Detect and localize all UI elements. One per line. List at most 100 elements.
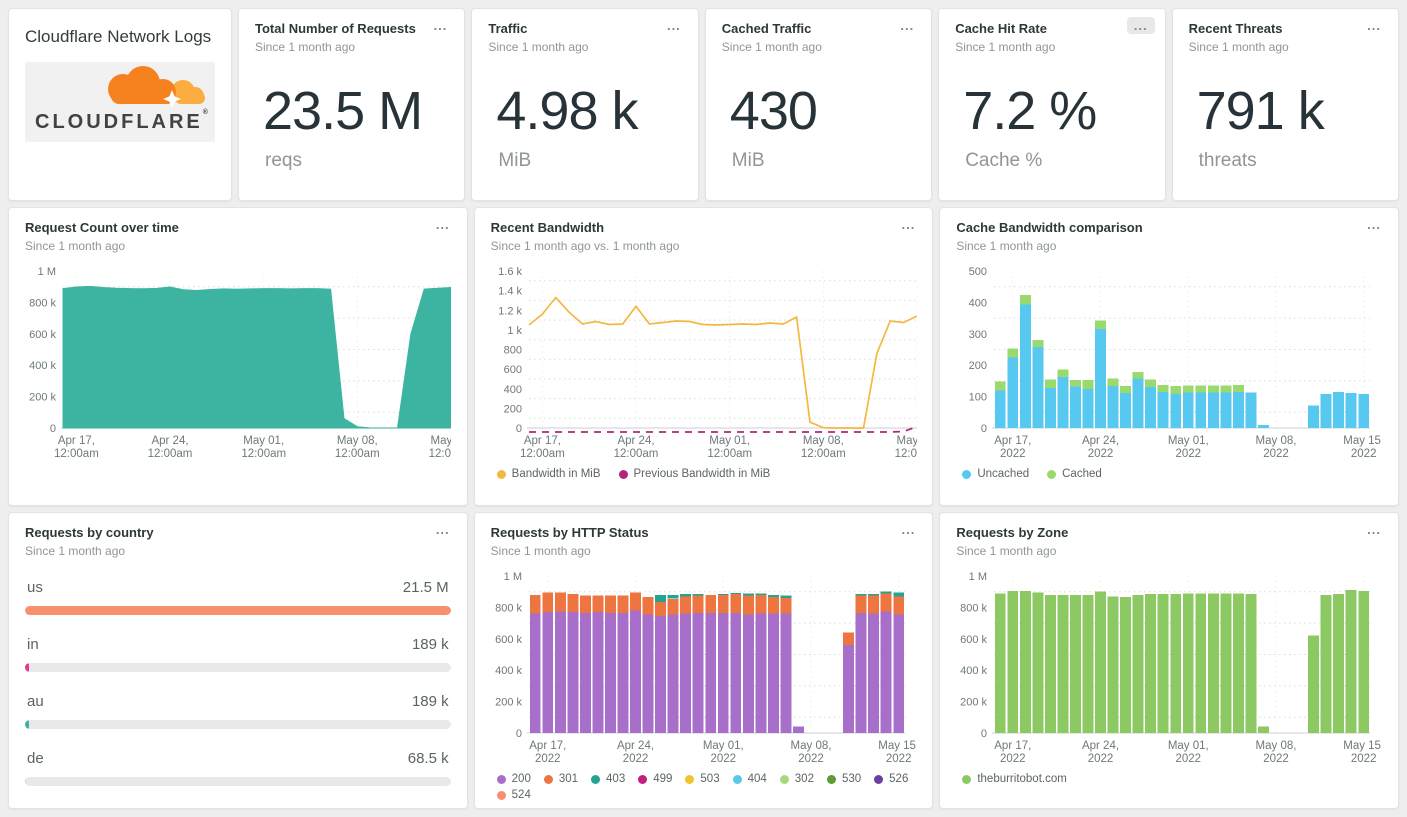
- stat-value: 4.98 k: [496, 81, 638, 142]
- svg-text:200: 200: [969, 360, 987, 372]
- http-status-bar-chart[interactable]: 1 M 800 k 600 k 400 k 200 k 0 Apr 17, 2022 Apr 2…: [491, 566, 917, 771]
- svg-text:May 01,2022: May 01, 2022: [702, 740, 743, 765]
- cache-bandwidth-bar-chart[interactable]: 500 400 300 200 100 0 Apr 17, 2022 Apr 24, 2022 Ma…: [956, 261, 1382, 466]
- svg-text:1.2 k: 1.2 k: [498, 306, 522, 318]
- card-title: Recent Threats: [1188, 21, 1283, 36]
- svg-text:600 k: 600 k: [29, 329, 56, 341]
- chart-legend: Uncached Cached: [956, 468, 1382, 480]
- country-bar-fill: [25, 663, 29, 673]
- stat-card-traffic: ... Traffic Since 1 month ago 4.98 k MiB: [471, 8, 699, 201]
- svg-text:May 01,12:00am: May 01, 12:00am: [241, 435, 286, 460]
- stat-unit: MiB: [731, 150, 765, 172]
- card-title: Cache Bandwidth comparison: [956, 220, 1143, 235]
- brand-card: Cloudflare Network Logs CLOUDFLARE®: [8, 8, 232, 201]
- zone-bar-chart[interactable]: 1 M 800 k 600 k 400 k 200 k 0 Apr 17, 2022 Apr 2…: [956, 566, 1382, 771]
- legend-item[interactable]: 403: [591, 773, 625, 785]
- svg-text:May 01,2022: May 01, 2022: [1168, 740, 1209, 765]
- legend-item[interactable]: 503: [685, 773, 720, 785]
- cloudflare-cloud-icon: [79, 66, 211, 113]
- card-menu-button[interactable]: ...: [1360, 521, 1388, 538]
- card-title: Requests by HTTP Status: [490, 525, 649, 540]
- card-title: Requests by Zone: [956, 525, 1069, 540]
- svg-text:800 k: 800 k: [29, 298, 56, 310]
- svg-text:May 08,2022: May 08, 2022: [790, 740, 831, 765]
- legend-item[interactable]: Bandwidth in MiB: [496, 468, 601, 480]
- card-subtitle: Since 1 month ago: [721, 40, 822, 55]
- legend-item[interactable]: 200: [496, 773, 531, 785]
- card-subtitle: Since 1 month ago: [490, 544, 591, 559]
- request-count-area-chart[interactable]: 1 M 800 k 600 k 400 k 200 k 0 Apr 17, 12:00am Ap…: [25, 261, 451, 466]
- card-subtitle: Since 1 month ago: [956, 544, 1057, 559]
- svg-text:Apr 24,12:00am: Apr 24, 12:00am: [613, 435, 658, 460]
- svg-text:Apr 24,2022: Apr 24, 2022: [1082, 740, 1119, 765]
- country-bar-track[interactable]: [25, 720, 451, 730]
- legend-item[interactable]: Previous Bandwidth in MiB: [618, 468, 770, 480]
- country-bar-track[interactable]: [25, 777, 451, 787]
- card-menu-button[interactable]: ...: [660, 17, 688, 34]
- svg-text:1 M: 1 M: [969, 571, 987, 583]
- chart-card-request-count: ... Request Count over time Since 1 mont…: [8, 207, 468, 506]
- card-menu-button[interactable]: ...: [429, 521, 457, 538]
- svg-text:200 k: 200 k: [495, 697, 522, 709]
- legend-item[interactable]: 524: [496, 789, 531, 801]
- legend-dot-icon: [779, 774, 789, 784]
- card-menu-button[interactable]: ...: [429, 216, 457, 233]
- stat-value: 7.2 %: [963, 81, 1097, 142]
- country-bar-track[interactable]: [25, 606, 451, 616]
- svg-text:Apr 24,2022: Apr 24, 2022: [1082, 435, 1119, 460]
- svg-text:Apr 17,2022: Apr 17, 2022: [995, 435, 1032, 460]
- svg-text:200 k: 200 k: [960, 697, 987, 709]
- card-title: Total Number of Requests: [255, 21, 416, 36]
- svg-text:May 01,12:00am: May 01, 12:00am: [707, 435, 752, 460]
- legend-item[interactable]: 526: [874, 773, 908, 785]
- card-menu-button[interactable]: ...: [894, 216, 922, 233]
- svg-text:800: 800: [503, 345, 521, 357]
- svg-text:1 M: 1 M: [503, 571, 521, 583]
- svg-text:0: 0: [981, 423, 987, 435]
- country-bar-fill: [25, 777, 27, 787]
- chart-legend: theburritobot.com: [956, 773, 1382, 785]
- svg-text:Apr 17,2022: Apr 17, 2022: [995, 740, 1032, 765]
- card-subtitle: Since 1 month ago: [25, 544, 126, 559]
- svg-text:0: 0: [516, 423, 522, 435]
- svg-text:Apr 17,2022: Apr 17, 2022: [529, 740, 566, 765]
- recent-bandwidth-line-chart[interactable]: 1.6 k 1.4 k 1.2 k 1 k 800 600 400 200 0 Apr 17, 12…: [491, 261, 917, 466]
- legend-item[interactable]: 499: [638, 773, 672, 785]
- legend-dot-icon: [638, 774, 648, 784]
- country-bar-fill: [25, 606, 451, 616]
- svg-text:400: 400: [969, 298, 987, 310]
- legend-item[interactable]: theburritobot.com: [962, 773, 1067, 785]
- svg-text:800 k: 800 k: [960, 603, 987, 615]
- country-row: au 189 k: [25, 693, 451, 730]
- legend-item[interactable]: Cached: [1047, 468, 1102, 480]
- card-menu-button[interactable]: ...: [1126, 17, 1155, 34]
- country-bar-track[interactable]: [25, 663, 451, 673]
- chart-row-1: ... Request Count over time Since 1 mont…: [8, 207, 1399, 506]
- svg-text:400 k: 400 k: [495, 665, 522, 677]
- svg-text:600: 600: [503, 364, 521, 376]
- svg-text:400: 400: [503, 384, 521, 396]
- trademark-symbol: ®: [202, 109, 208, 117]
- card-menu-button[interactable]: ...: [427, 17, 455, 34]
- svg-text:Apr 17,12:00am: Apr 17, 12:00am: [520, 435, 565, 460]
- legend-item[interactable]: 301: [543, 773, 578, 785]
- svg-text:May 15,12:00am: May 15,12:00am: [429, 435, 451, 460]
- card-menu-button[interactable]: ...: [893, 17, 921, 34]
- card-menu-button[interactable]: ...: [894, 521, 922, 538]
- svg-text:100: 100: [969, 392, 987, 404]
- card-menu-button[interactable]: ...: [1360, 17, 1388, 34]
- chart-card-recent-bandwidth: ... Recent Bandwidth Since 1 month ago v…: [473, 207, 934, 506]
- legend-dot-icon: [874, 774, 884, 784]
- legend-item[interactable]: 404: [732, 773, 767, 785]
- stat-value: 791 k: [1196, 81, 1325, 142]
- svg-text:Apr 17,12:00am: Apr 17, 12:00am: [54, 435, 99, 460]
- svg-text:May 15,2022: May 15, 2022: [878, 740, 917, 765]
- card-menu-button[interactable]: ...: [1360, 216, 1388, 233]
- legend-item[interactable]: 530: [826, 773, 861, 785]
- card-title: Traffic: [488, 21, 528, 36]
- legend-item[interactable]: Uncached: [962, 468, 1029, 480]
- legend-item[interactable]: 302: [779, 773, 814, 785]
- card-subtitle: Since 1 month ago vs. 1 month ago: [490, 239, 680, 254]
- stat-row: Cloudflare Network Logs CLOUDFLARE® ...: [8, 8, 1399, 201]
- card-subtitle: Since 1 month ago: [955, 40, 1056, 55]
